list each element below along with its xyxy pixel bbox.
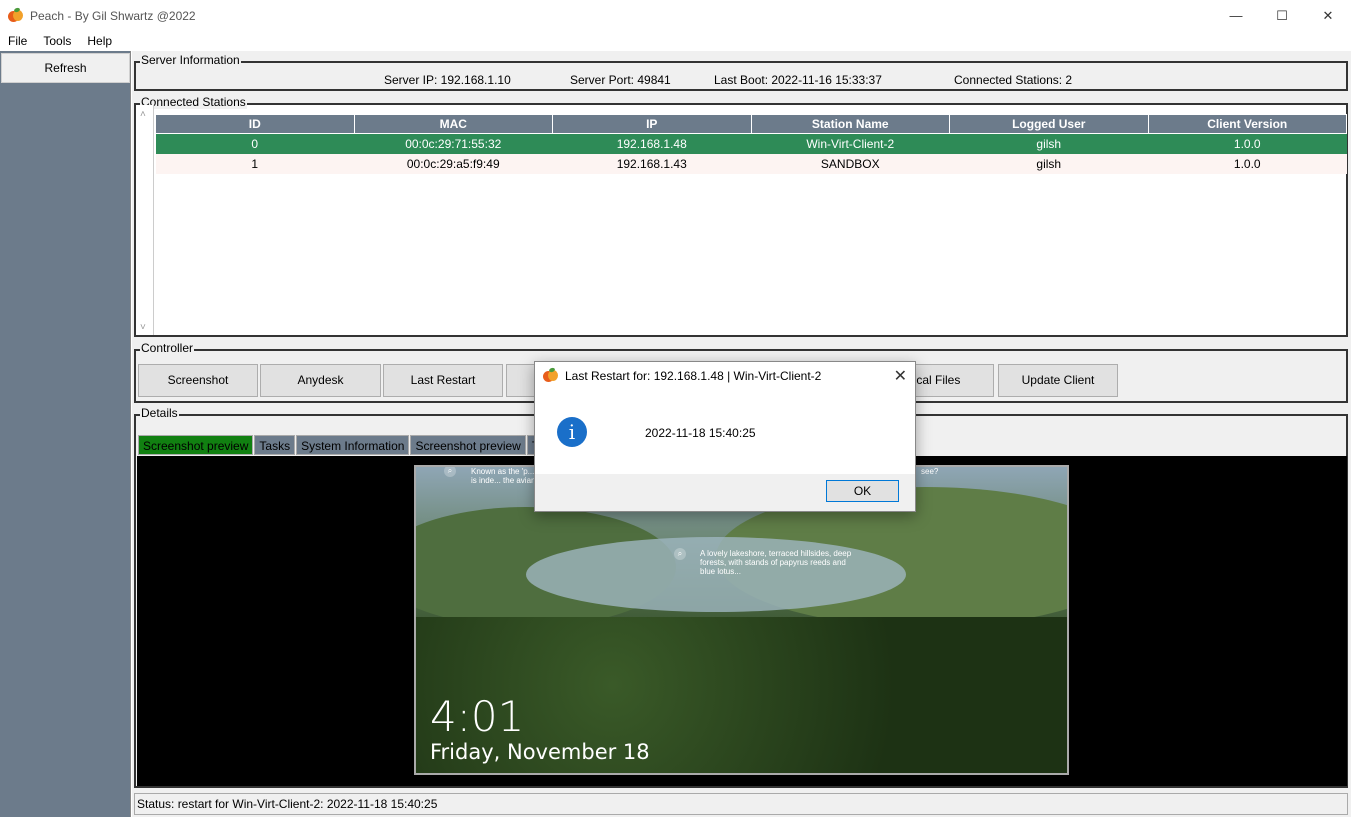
dialog-body: i 2022-11-18 15:40:25 — [535, 390, 915, 474]
menu-bar: File Tools Help — [0, 31, 1351, 51]
maximize-button[interactable]: ☐ — [1259, 0, 1305, 31]
cell-ip: 192.168.1.43 — [552, 153, 751, 174]
stations-table: ID MAC IP Station Name Logged User Clien… — [155, 114, 1347, 174]
peach-app-icon — [8, 6, 24, 24]
lockscreen-date: Friday, November 18 — [430, 740, 650, 764]
controller-title: Controller — [140, 341, 195, 355]
cell-client-version: 1.0.0 — [1148, 153, 1347, 174]
server-port: Server Port: 49841 — [570, 73, 671, 87]
info-icon: i — [557, 417, 587, 447]
cell-mac: 00:0c:29:71:55:32 — [354, 133, 553, 154]
cell-id: 1 — [155, 153, 354, 174]
cell-client-version: 1.0.0 — [1148, 133, 1347, 154]
tab-tasks[interactable]: Tasks — [254, 435, 296, 455]
dialog-title: Last Restart for: 192.168.1.48 | Win-Vir… — [565, 369, 822, 383]
column-header-logged-user[interactable]: Logged User — [949, 114, 1149, 134]
tab-screenshot-preview[interactable]: Screenshot preview — [138, 435, 254, 455]
cell-ip: 192.168.1.48 — [552, 133, 751, 154]
menu-help[interactable]: Help — [79, 31, 120, 51]
last-restart-button[interactable]: Last Restart — [383, 364, 503, 397]
lens-icon: ⌕ — [674, 548, 686, 560]
details-title: Details — [140, 406, 179, 420]
title-bar: Peach - By Gil Shwartz @2022 — ☐ ✕ — [0, 0, 1351, 31]
server-ip: Server IP: 192.168.1.10 — [384, 73, 511, 87]
dialog-title-bar: Last Restart for: 192.168.1.48 | Win-Vir… — [535, 362, 915, 390]
table-row[interactable]: 0 00:0c:29:71:55:32 192.168.1.48 Win-Vir… — [155, 133, 1347, 154]
column-header-mac[interactable]: MAC — [353, 114, 553, 134]
cell-logged-user: gilsh — [949, 133, 1148, 154]
column-header-client-version[interactable]: Client Version — [1147, 114, 1347, 134]
connected-stations-count: Connected Stations: 2 — [954, 73, 1073, 87]
table-header-row: ID MAC IP Station Name Logged User Clien… — [155, 114, 1347, 134]
left-panel: Refresh — [0, 51, 131, 817]
cell-mac: 00:0c:29:a5:f9:49 — [354, 153, 553, 174]
connected-stations-title: Connected Stations — [140, 95, 247, 109]
lockscreen-time: 4:01 — [430, 692, 525, 741]
refresh-button[interactable]: Refresh — [1, 53, 130, 83]
lens-icon: ⌕ — [444, 467, 456, 477]
scroll-up-icon[interactable]: ˄ — [140, 109, 146, 120]
stations-scrollbar[interactable]: ˄ ˅ — [136, 105, 154, 335]
minimize-button[interactable]: — — [1213, 0, 1259, 31]
menu-file[interactable]: File — [0, 31, 35, 51]
close-button[interactable]: ✕ — [1305, 0, 1351, 31]
ok-button[interactable]: OK — [826, 480, 899, 502]
peach-app-icon — [543, 367, 559, 384]
connected-stations-group: Connected Stations ˄ ˅ ID MAC IP Station… — [134, 95, 1348, 337]
server-information-title: Server Information — [140, 53, 241, 67]
cell-station-name: Win-Virt-Client-2 — [751, 133, 950, 154]
lockscreen-caption-right: see? — [921, 467, 939, 476]
column-header-id[interactable]: ID — [155, 114, 355, 134]
update-client-button[interactable]: Update Client — [998, 364, 1118, 397]
details-tabs: Screenshot preview Tasks System Informat… — [138, 435, 545, 455]
dialog-message: 2022-11-18 15:40:25 — [645, 426, 756, 440]
window-title: Peach - By Gil Shwartz @2022 — [30, 8, 196, 23]
dialog-close-icon[interactable]: ✕ — [894, 366, 907, 386]
scroll-down-icon[interactable]: ˅ — [140, 322, 146, 333]
cell-id: 0 — [155, 133, 354, 154]
status-bar: Status: restart for Win-Virt-Client-2: 2… — [134, 793, 1348, 815]
tab-screenshot-preview-2[interactable]: Screenshot preview — [410, 435, 526, 455]
menu-tools[interactable]: Tools — [35, 31, 79, 51]
column-header-ip[interactable]: IP — [552, 114, 752, 134]
server-information-group: Server Information Server IP: 192.168.1.… — [134, 53, 1348, 91]
cell-logged-user: gilsh — [949, 153, 1148, 174]
column-header-station-name[interactable]: Station Name — [750, 114, 950, 134]
lockscreen-caption-mid: A lovely lakeshore, terraced hillsides, … — [700, 549, 852, 576]
cell-station-name: SANDBOX — [751, 153, 950, 174]
last-boot: Last Boot: 2022-11-16 15:33:37 — [714, 73, 882, 87]
tab-system-information[interactable]: System Information — [296, 435, 410, 455]
anydesk-button[interactable]: Anydesk — [260, 364, 381, 397]
screenshot-button[interactable]: Screenshot — [138, 364, 258, 397]
table-row[interactable]: 1 00:0c:29:a5:f9:49 192.168.1.43 SANDBOX… — [155, 153, 1347, 174]
last-restart-dialog: Last Restart for: 192.168.1.48 | Win-Vir… — [534, 361, 916, 512]
